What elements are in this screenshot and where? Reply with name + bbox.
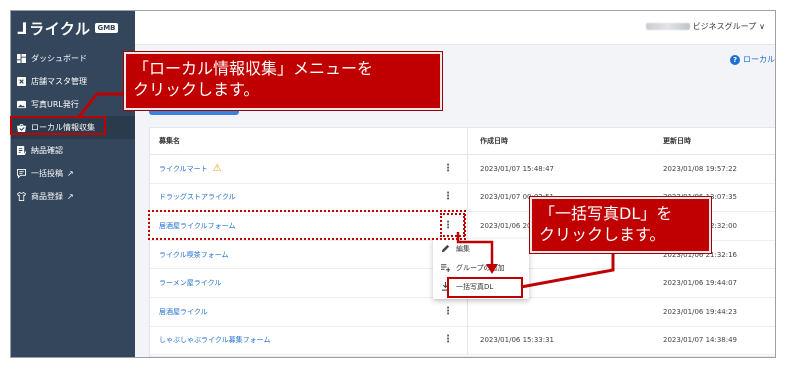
group-selector[interactable]: ビジネスグループ ∨ [645,21,765,32]
row-updated: 2023/01/06 19:44:23 [663,307,738,316]
menu-item-label: グループの追加 [456,263,505,272]
callout-local-info: 「ローカル情報収集」メニューを クリックします。 [123,51,443,111]
row-name-link[interactable]: 居酒屋ライクル [159,307,208,317]
external-link-icon: ↗ [67,192,74,201]
help-link[interactable]: ? ローカル [730,54,775,65]
pencil-icon [441,244,450,253]
sidebar-item-label: 納品確認 [31,146,63,155]
row-created: 2023/01/07 15:48:47 [480,164,555,173]
chevron-down-icon: ∨ [759,22,765,31]
sidebar-item-label: 店舗マスタ管理 [31,77,87,86]
sidebar-item-label: 一括投稿 [31,169,63,178]
redacted-group-prefix [645,23,690,30]
table-row: しゃぶしゃぶライクル募集フォーム ⋮ 2023/01/06 15:33:31 2… [150,326,775,356]
sidebar-item-dashboard[interactable]: ダッシュボード [11,47,135,70]
highlight-row-menu-button [440,213,465,237]
row-menu-button[interactable]: ⋮ [443,335,453,345]
callout-text-line1: 「一括写真DL」を [539,204,673,223]
post-icon [16,169,26,179]
logo-badge: GMB [95,23,118,33]
table-header: 募集名 作成日時 更新日時 [150,128,775,155]
sidebar-item-label: ダッシュボード [31,54,87,63]
warning-icon: ⚠ [212,163,222,175]
menu-item-label: 編集 [456,244,470,253]
header-updated[interactable]: 更新日時 [651,136,691,146]
table-row: ライクルマート ⚠ ⋮ 2023/01/07 15:48:47 2023/01/… [150,155,775,184]
row-updated: 2023/01/07 14:38:49 [663,336,738,345]
brand-logo[interactable]: ⅃ ライクル GMB [17,18,118,38]
logo-icon: ⅃ [17,18,28,38]
playlist-add-icon [441,263,450,272]
highlight-target-row [148,210,466,240]
highlight-local-info-menu [10,116,106,135]
row-name-link[interactable]: ラーメン屋ライクル [159,278,221,288]
group-name: ビジネスグループ [692,22,757,31]
callout-text-line2: クリックします。 [539,225,666,244]
dashboard-icon [16,54,26,64]
menu-item-edit[interactable]: 編集 [433,239,529,258]
help-label: ローカル [743,55,775,64]
row-updated: 2023/01/06 19:44:07 [663,279,738,288]
sidebar-item-label: 写真URL発行 [31,100,79,109]
store-icon [16,77,26,87]
photo-icon [16,100,26,110]
row-updated: 2023/01/08 19:57:22 [663,164,738,173]
sidebar-item-product[interactable]: 商品登録 ↗ [11,185,135,208]
external-link-icon: ↗ [67,169,74,178]
callout-text-line1: 「ローカル情報収集」メニューを [133,59,374,78]
product-icon [16,192,26,202]
top-bar: ビジネスグループ ∨ [135,11,775,45]
menu-item-add-group[interactable]: グループの追加 [433,258,529,277]
row-name-link[interactable]: ライクル喫茶フォーム [159,250,228,260]
help-icon: ? [730,54,740,65]
row-name-link[interactable]: ドラッグストアライクル [159,192,236,202]
highlight-bulk-photo-download [447,277,523,298]
row-menu-button[interactable]: ⋮ [443,192,453,202]
row-created: 2023/01/06 15:33:31 [480,336,555,345]
row-name-link[interactable]: ライクルマート [159,164,208,174]
callout-bulk-photo-download: 「一括写真DL」を クリックします。 [529,196,712,254]
header-name[interactable]: 募集名 [150,128,468,154]
sidebar-item-bulk-post[interactable]: 一括投稿 ↗ [11,162,135,185]
sidebar-item-store-master[interactable]: 店舗マスタ管理 [11,70,135,93]
sidebar-item-photo-url[interactable]: 写真URL発行 [11,93,135,116]
row-name-link[interactable]: しゃぶしゃぶライクル募集フォーム [159,335,270,345]
header-created[interactable]: 作成日時 [468,136,651,146]
sidebar-item-delivery[interactable]: 納品確認 [11,139,135,162]
sidebar: ⅃ ライクル GMB ダッシュボード 店舗マスタ管理 写真URL発行 ローカル情… [11,11,135,357]
row-menu-button[interactable]: ⋮ [443,163,453,174]
callout-text-line2: クリックします。 [133,80,260,99]
row-menu-button[interactable]: ⋮ [443,306,453,317]
delivery-icon [16,146,26,156]
sidebar-item-label: 商品登録 [31,192,63,201]
logo-text: ライクル [29,19,91,38]
table-row: 居酒屋ライクル ⋮ 2023/01/06 19:44:23 [150,297,775,327]
